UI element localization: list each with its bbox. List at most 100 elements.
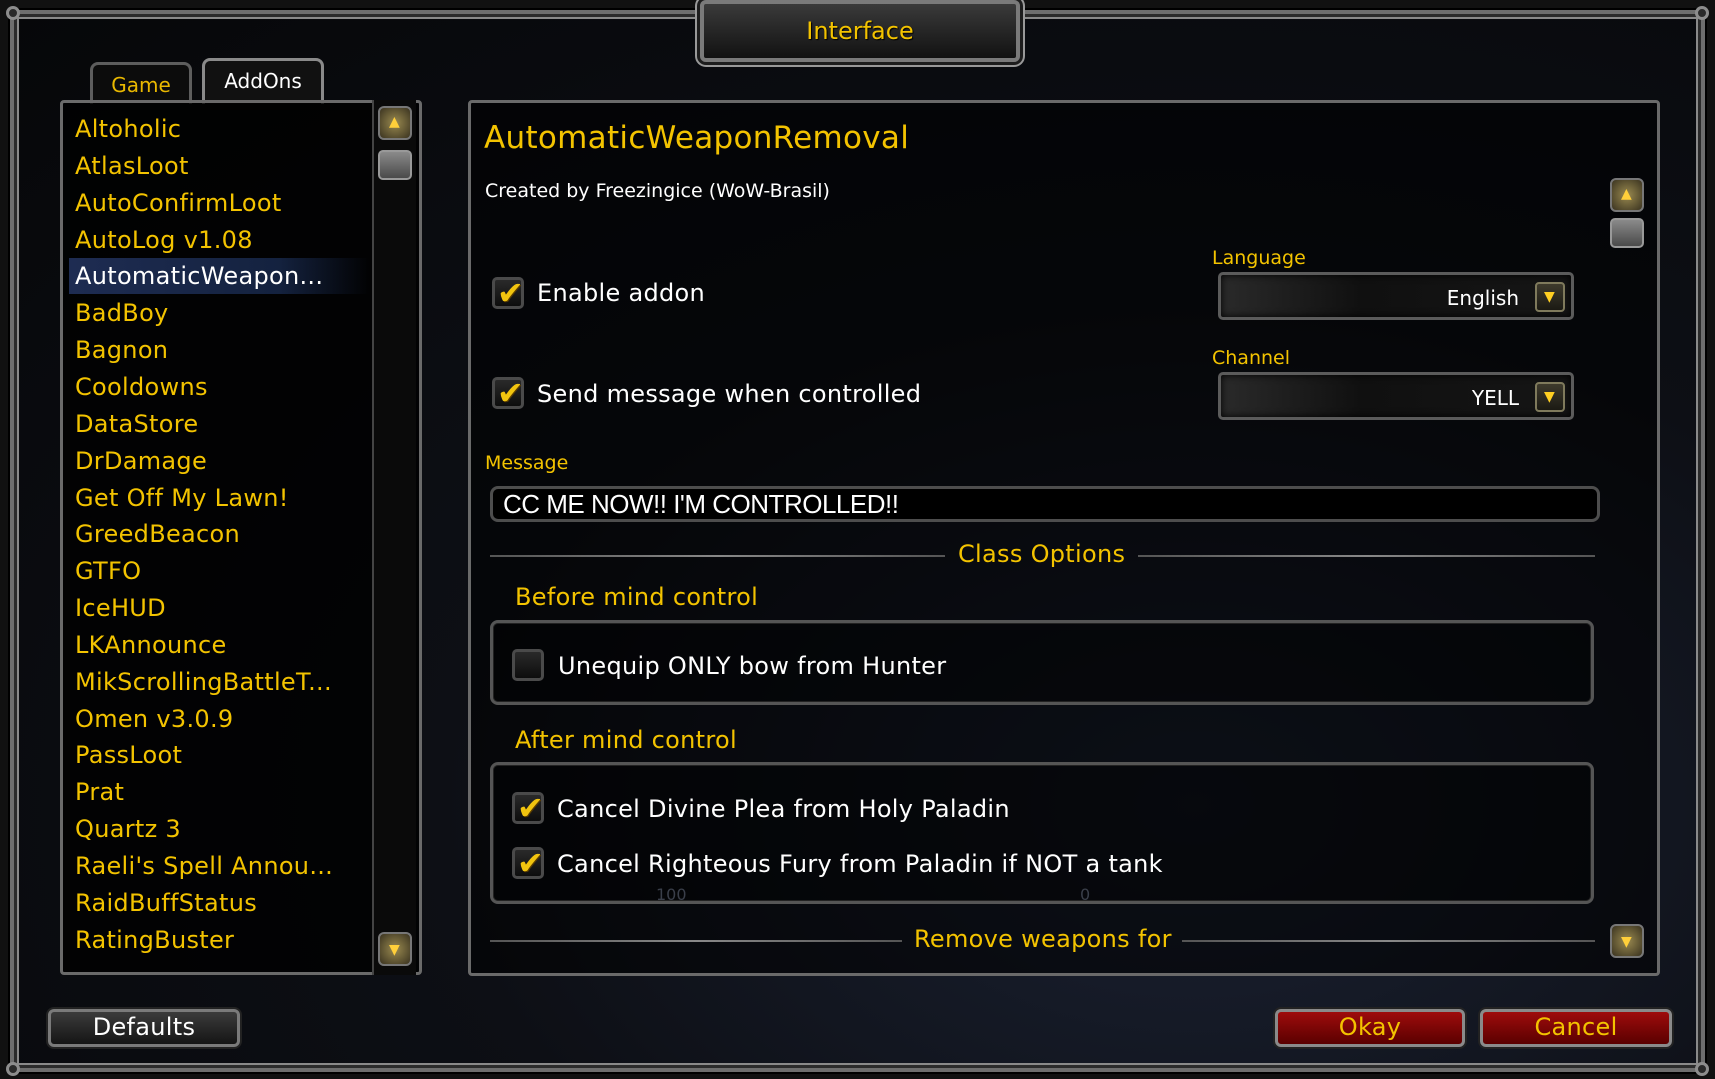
addon-list-item[interactable]: Cooldowns bbox=[69, 369, 369, 405]
addon-list-item[interactable]: Altoholic+ bbox=[69, 111, 407, 147]
message-label: Message bbox=[485, 452, 569, 474]
addon-list-item[interactable]: RatingBuster+ bbox=[69, 922, 407, 958]
divider bbox=[1138, 555, 1595, 557]
addon-list-item[interactable]: GTFO bbox=[69, 553, 369, 589]
scroll-thumb[interactable] bbox=[1610, 218, 1644, 248]
language-label: Language bbox=[1212, 247, 1306, 269]
addon-list-item[interactable]: Bagnon+ bbox=[69, 332, 407, 368]
cancel-button[interactable]: Cancel bbox=[1480, 1009, 1672, 1047]
addon-list-item[interactable]: Raeli's Spell Annou...+ bbox=[69, 848, 407, 884]
divine-plea-label: Cancel Divine Plea from Holy Paladin bbox=[557, 795, 1010, 823]
tab-game[interactable]: Game bbox=[90, 62, 192, 104]
chevron-down-icon[interactable] bbox=[1535, 382, 1565, 412]
channel-label: Channel bbox=[1212, 347, 1291, 369]
before-mind-control-heading: Before mind control bbox=[515, 583, 759, 611]
addon-list-item[interactable]: GreedBeacon+ bbox=[69, 516, 407, 552]
send-message-label: Send message when controlled bbox=[537, 380, 922, 408]
title-plate: Interface bbox=[700, 0, 1020, 62]
addon-list-item[interactable]: Omen v3.0.9+ bbox=[69, 701, 407, 737]
addon-list-item[interactable]: Get Off My Lawn! bbox=[69, 480, 369, 516]
righteous-fury-label: Cancel Righteous Fury from Paladin if NO… bbox=[557, 850, 1163, 878]
addon-list-item-label: GreedBeacon bbox=[75, 520, 241, 549]
scroll-up-icon[interactable] bbox=[378, 106, 412, 140]
divider bbox=[490, 940, 902, 942]
after-mind-control-heading: After mind control bbox=[515, 726, 737, 754]
addon-list-item-label: DataStore bbox=[75, 409, 199, 438]
addon-list-item-label: Prat bbox=[75, 778, 125, 807]
frame-corner-ornament bbox=[1695, 1062, 1709, 1076]
scroll-up-icon[interactable] bbox=[1610, 178, 1644, 212]
check-icon: ✔ bbox=[497, 374, 524, 412]
language-value: English bbox=[1446, 286, 1519, 310]
addon-list-item-label: GTFO bbox=[75, 557, 142, 586]
background-number: 100 bbox=[656, 885, 687, 904]
addon-list-item-label: BadBoy bbox=[75, 299, 169, 328]
options-scrollbar[interactable] bbox=[1608, 170, 1648, 960]
divider bbox=[1182, 940, 1595, 942]
enable-addon-label: Enable addon bbox=[537, 279, 706, 307]
addon-list-item-label: Quartz 3 bbox=[75, 815, 181, 844]
addon-list-item[interactable]: DrDamage+ bbox=[69, 443, 407, 479]
addon-list-item-label: IceHUD bbox=[75, 594, 166, 623]
defaults-button[interactable]: Defaults bbox=[48, 1009, 240, 1047]
divine-plea-checkbox[interactable]: ✔ bbox=[512, 789, 544, 827]
window-title: Interface bbox=[806, 17, 914, 45]
addon-list-scrollbar[interactable] bbox=[372, 100, 416, 975]
channel-value: YELL bbox=[1471, 386, 1519, 410]
righteous-fury-checkbox[interactable]: ✔ bbox=[512, 844, 544, 882]
frame-corner-ornament bbox=[6, 1062, 20, 1076]
frame-corner-ornament bbox=[1695, 6, 1709, 20]
background-number: 0 bbox=[1080, 885, 1091, 904]
scroll-thumb[interactable] bbox=[378, 150, 412, 180]
chevron-down-icon[interactable] bbox=[1535, 282, 1565, 312]
addon-list-item-label: Altoholic bbox=[75, 115, 182, 143]
addon-list-item[interactable]: Prat+ bbox=[69, 774, 407, 810]
addon-list-item-label: Bagnon bbox=[75, 336, 169, 365]
message-input[interactable]: CC ME NOW!! I'M CONTROLLED!! bbox=[490, 486, 1600, 522]
channel-dropdown[interactable]: YELL bbox=[1218, 372, 1574, 420]
addon-list-item-label: Get Off My Lawn! bbox=[75, 483, 289, 512]
addon-list: Altoholic+AtlasLoot+ AutoConfirmLoot AutoL… bbox=[60, 100, 422, 975]
addon-list-item[interactable]: Quartz 3+ bbox=[69, 811, 407, 847]
after-mind-control-group bbox=[490, 762, 1594, 904]
send-message-checkbox[interactable]: ✔ bbox=[492, 374, 524, 412]
enable-addon-checkbox[interactable]: ✔ bbox=[492, 274, 524, 312]
check-icon: ✔ bbox=[497, 274, 524, 312]
scroll-down-icon[interactable] bbox=[378, 932, 412, 966]
addon-list-item-label: LKAnnounce bbox=[75, 630, 227, 659]
addon-list-item[interactable]: PassLoot+ bbox=[69, 737, 407, 773]
addon-list-item[interactable]: AtlasLoot+ bbox=[69, 148, 407, 184]
addon-list-item[interactable]: LKAnnounce+ bbox=[69, 627, 407, 663]
unequip-bow-label: Unequip ONLY bow from Hunter bbox=[558, 652, 947, 680]
addon-list-item-label: MikScrollingBattleT... bbox=[75, 667, 332, 696]
addon-list-item[interactable]: RaidBuffStatus bbox=[69, 885, 369, 921]
addon-list-item[interactable]: MikScrollingBattleT... bbox=[69, 664, 369, 700]
addon-list-item[interactable]: AutoConfirmLoot bbox=[69, 185, 369, 221]
class-options-heading: Class Options bbox=[958, 540, 1126, 568]
unequip-bow-checkbox[interactable] bbox=[512, 649, 544, 681]
remove-weapons-heading: Remove weapons for bbox=[914, 925, 1172, 953]
addon-list-item[interactable]: BadBoy bbox=[69, 295, 369, 331]
addon-list-item-label: Omen v3.0.9 bbox=[75, 704, 234, 733]
addon-list-item-label: PassLoot bbox=[75, 741, 183, 770]
addon-author: Created by Freezingice (WoW-Brasil) bbox=[485, 180, 830, 202]
addon-list-item-label: Cooldowns bbox=[75, 372, 208, 401]
addon-list-item[interactable]: IceHUD bbox=[69, 590, 369, 626]
addon-list-item-label: AutoConfirmLoot bbox=[75, 188, 282, 217]
frame-corner-ornament bbox=[6, 6, 20, 20]
divider bbox=[490, 555, 945, 557]
addon-list-item-label: AtlasLoot bbox=[75, 151, 189, 180]
tab-addons[interactable]: AddOns bbox=[202, 58, 324, 104]
check-icon: ✔ bbox=[517, 844, 544, 882]
addon-list-item[interactable]: AutoLog v1.08 bbox=[69, 222, 369, 258]
addon-list-item-label: AutoLog v1.08 bbox=[75, 225, 253, 254]
addon-list-item[interactable]: DataStore+ bbox=[69, 406, 407, 442]
okay-button[interactable]: Okay bbox=[1275, 1009, 1465, 1047]
addon-list-item[interactable]: AutomaticWeapon... bbox=[69, 258, 369, 295]
addon-list-item-label: Raeli's Spell Annou... bbox=[75, 852, 334, 880]
scroll-down-icon[interactable] bbox=[1610, 924, 1644, 958]
language-dropdown[interactable]: English bbox=[1218, 272, 1574, 320]
check-icon: ✔ bbox=[517, 789, 544, 827]
addon-list-item-label: RaidBuffStatus bbox=[75, 888, 258, 917]
addon-list-item-label: RatingBuster bbox=[75, 925, 235, 954]
